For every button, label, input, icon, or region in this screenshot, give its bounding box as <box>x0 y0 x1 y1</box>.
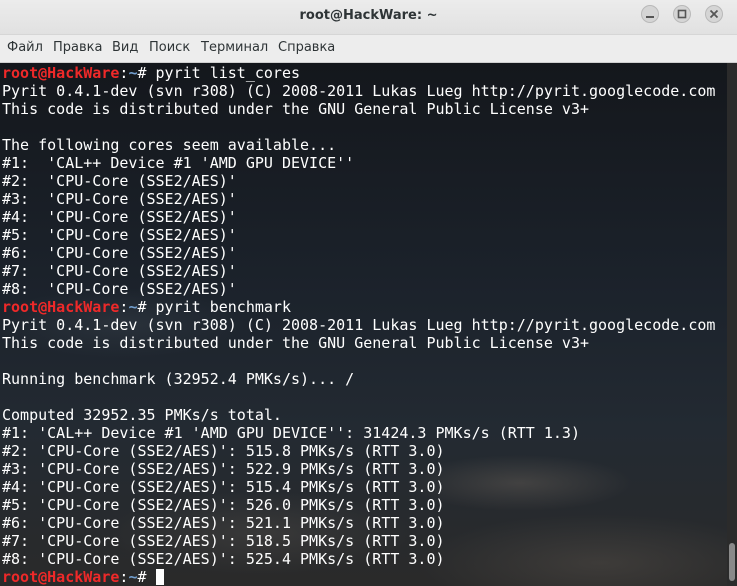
menu-search[interactable]: Поиск <box>149 40 190 55</box>
terminal-lines: root@HackWare:~# pyrit list_cores Pyrit 0… <box>2 64 715 586</box>
output-line: #1: 'CAL++ Device #1 'AMD GPU DEVICE'': … <box>2 424 580 442</box>
menu-view[interactable]: Вид <box>112 40 138 55</box>
title-bar[interactable]: root@HackWare: ~ <box>0 0 737 35</box>
scrollbar-thumb[interactable] <box>729 543 735 581</box>
prompt-symbol: # <box>137 64 156 82</box>
prompt-user-host: root@HackWare <box>2 568 120 586</box>
close-icon <box>709 9 719 19</box>
output-line: This code is distributed under the GNU G… <box>2 334 589 352</box>
output-line: Pyrit 0.4.1-dev (svn r308) (C) 2008-2011… <box>2 316 716 334</box>
prompt-line: root@HackWare:~# <box>2 568 715 586</box>
output-line: #5: 'CPU-Core (SSE2/AES)': 526.0 PMKs/s … <box>2 496 445 514</box>
output-line: #8: 'CPU-Core (SSE2/AES)': 525.4 PMKs/s … <box>2 550 445 568</box>
output-line: Pyrit 0.4.1-dev (svn r308) (C) 2008-2011… <box>2 82 716 100</box>
prompt-line: root@HackWare:~# pyrit list_cores <box>2 64 715 82</box>
menu-edit[interactable]: Правка <box>53 40 102 55</box>
output-line: The following cores seem available... <box>2 136 337 154</box>
output-line: #4: 'CPU-Core (SSE2/AES)': 515.4 PMKs/s … <box>2 478 445 496</box>
window-title: root@HackWare: ~ <box>299 8 438 23</box>
text-cursor <box>155 569 164 585</box>
minimize-button[interactable] <box>641 5 659 23</box>
menu-bar: Файл Правка Вид Поиск Терминал Справка <box>0 35 737 63</box>
close-button[interactable] <box>705 5 723 23</box>
output-line: #7: 'CPU-Core (SSE2/AES)' <box>2 262 237 280</box>
menu-file[interactable]: Файл <box>7 40 43 55</box>
output-line: #2: 'CPU-Core (SSE2/AES)': 515.8 PMKs/s … <box>2 442 445 460</box>
terminal-output-area[interactable]: root@HackWare:~# pyrit list_cores Pyrit 0… <box>0 63 727 586</box>
output-line: #7: 'CPU-Core (SSE2/AES)': 518.5 PMKs/s … <box>2 532 445 550</box>
output-line: #6: 'CPU-Core (SSE2/AES)': 521.1 PMKs/s … <box>2 514 445 532</box>
prompt-user-host: root@HackWare <box>2 298 120 316</box>
prompt-user-host: root@HackWare <box>2 64 120 82</box>
prompt-line: root@HackWare:~# pyrit benchmark <box>2 298 715 316</box>
menu-terminal[interactable]: Терминал <box>201 40 268 55</box>
output-line: #5: 'CPU-Core (SSE2/AES)' <box>2 226 237 244</box>
output-line: #4: 'CPU-Core (SSE2/AES)' <box>2 208 237 226</box>
terminal-scrollbar[interactable] <box>727 63 737 586</box>
prompt-symbol: # <box>137 568 156 586</box>
output-line: #8: 'CPU-Core (SSE2/AES)' <box>2 280 237 298</box>
menu-help[interactable]: Справка <box>278 40 335 55</box>
output-line: This code is distributed under the GNU G… <box>2 100 589 118</box>
maximize-icon <box>677 9 687 19</box>
command-text: pyrit benchmark <box>155 298 291 316</box>
output-line: #1: 'CAL++ Device #1 'AMD GPU DEVICE'' <box>2 154 355 172</box>
output-line: #2: 'CPU-Core (SSE2/AES)' <box>2 172 237 190</box>
prompt-symbol: # <box>137 298 156 316</box>
terminal-window: root@HackWare: ~ Файл Правка Вид Поиск Т… <box>0 0 737 586</box>
output-line: #3: 'CPU-Core (SSE2/AES)' <box>2 190 237 208</box>
minimize-icon <box>646 16 654 18</box>
output-line: #3: 'CPU-Core (SSE2/AES)': 522.9 PMKs/s … <box>2 460 445 478</box>
output-line: Running benchmark (32952.4 PMKs/s)... / <box>2 370 355 388</box>
output-line: Computed 32952.35 PMKs/s total. <box>2 406 282 424</box>
output-line: #6: 'CPU-Core (SSE2/AES)' <box>2 244 237 262</box>
command-text: pyrit list_cores <box>155 64 301 82</box>
maximize-button[interactable] <box>673 5 691 23</box>
